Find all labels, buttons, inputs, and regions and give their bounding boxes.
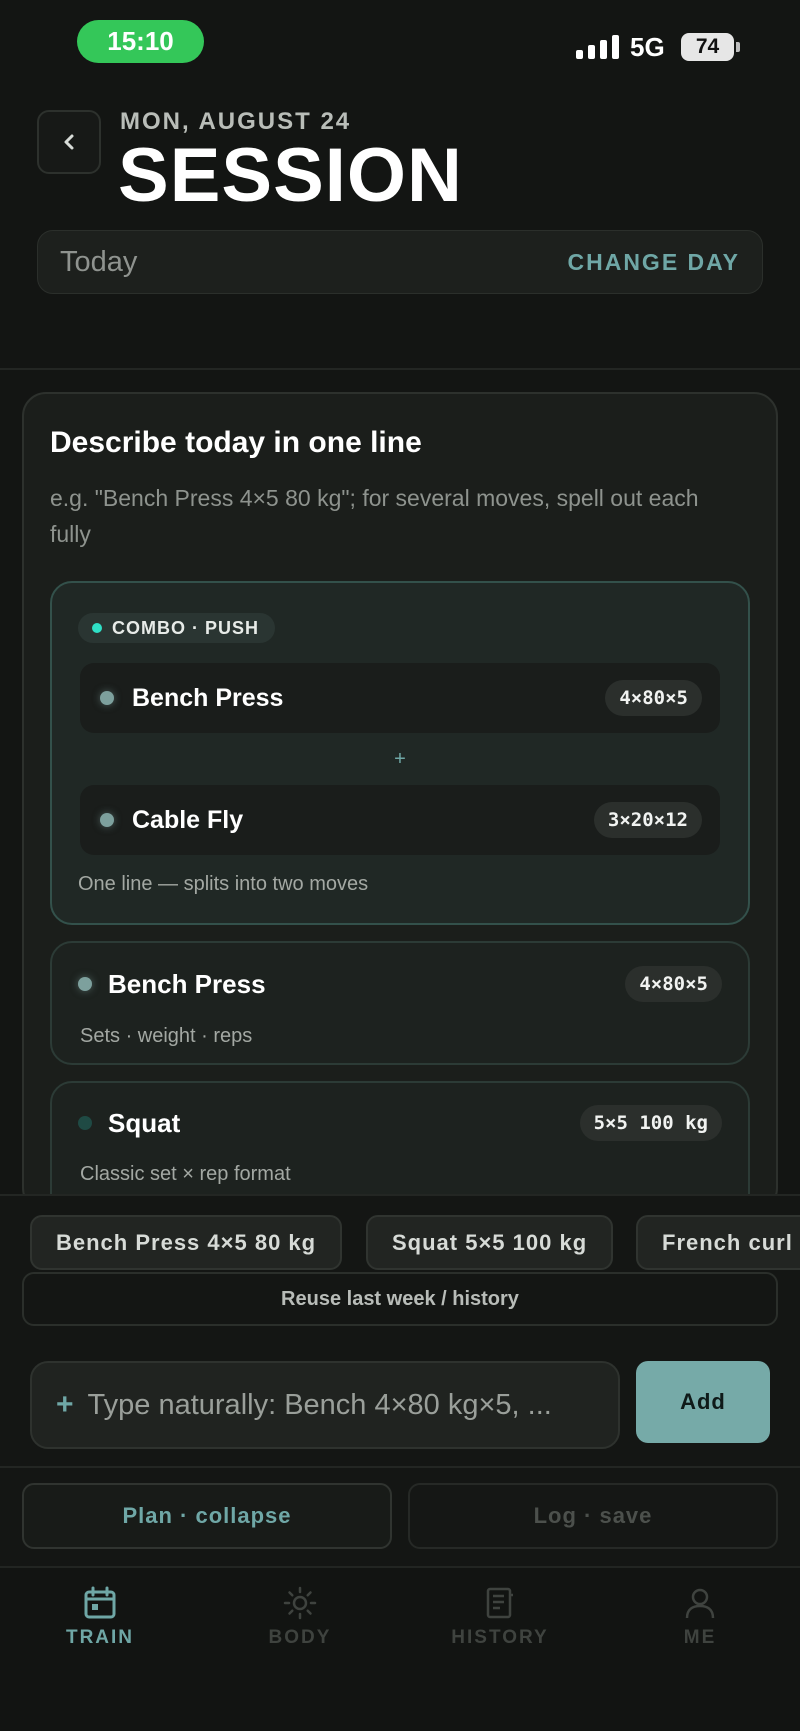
move-dot-icon: [100, 813, 114, 827]
book-icon: [486, 1587, 513, 1619]
tab-train[interactable]: TRAIN: [0, 1585, 200, 1649]
combo-tag-label: COMBO · PUSH: [112, 617, 259, 638]
page-title: SESSION: [118, 133, 463, 218]
move-scheme: 3×20×12: [593, 802, 702, 838]
example-name: Squat: [108, 1107, 181, 1138]
day-value: Today: [60, 245, 138, 278]
example-desc: Sets · weight · reps: [80, 1025, 253, 1047]
back-button[interactable]: [37, 110, 101, 174]
card-title: Describe today in one line: [50, 426, 422, 459]
combo-tag: COMBO · PUSH: [78, 613, 275, 643]
combo-separator: +: [394, 748, 406, 770]
suggestion-chip[interactable]: French curl: [636, 1215, 800, 1270]
add-button[interactable]: Add: [636, 1361, 770, 1443]
tab-label: HISTORY: [451, 1627, 549, 1648]
calendar-icon: [84, 1586, 116, 1619]
example-card-bench[interactable]: Bench Press 4×80×5 Sets · weight · reps: [50, 941, 750, 1065]
network-label: 5G: [630, 32, 665, 62]
move-scheme: 4×80×5: [605, 680, 702, 716]
example-dot-icon: [78, 1116, 92, 1130]
plus-icon: +: [56, 1388, 74, 1421]
signal-icon: [576, 33, 619, 59]
combo-move-row: Bench Press 4×80×5: [80, 663, 720, 733]
suggestion-chip[interactable]: Squat 5×5 100 kg: [366, 1215, 614, 1270]
example-name: Bench Press: [108, 968, 266, 999]
example-desc: Classic set × rep format: [80, 1163, 291, 1185]
combo-move-row: Cable Fly 3×20×12: [80, 785, 720, 855]
exercise-input[interactable]: [87, 1388, 588, 1422]
plan-collapse-button[interactable]: Plan · collapse: [22, 1483, 392, 1549]
divider: [0, 368, 800, 370]
battery-icon: 74: [681, 33, 740, 61]
sun-icon: [283, 1586, 317, 1620]
combo-note: One line — splits into two moves: [78, 873, 369, 895]
example-dot-icon: [78, 977, 92, 991]
example-scheme: 5×5 100 kg: [579, 1105, 722, 1141]
tag-dot-icon: [92, 623, 102, 633]
card-subtitle: e.g. "Bench Press 4×5 80 kg"; for severa…: [50, 485, 699, 547]
tab-label: TRAIN: [65, 1627, 135, 1648]
tab-label: ME: [683, 1627, 717, 1648]
suggestion-chip[interactable]: Bench Press 4×5 80 kg: [30, 1215, 343, 1270]
move-name: Bench Press: [132, 683, 284, 712]
tab-me[interactable]: ME: [600, 1585, 800, 1649]
battery-level: 74: [695, 35, 720, 58]
tab-body[interactable]: BODY: [200, 1585, 400, 1649]
chevron-left-icon: [64, 134, 74, 150]
status-time: 15:10: [77, 20, 204, 63]
example-scheme: 4×80×5: [625, 966, 722, 1002]
tab-label: BODY: [268, 1627, 332, 1648]
move-dot-icon: [100, 691, 114, 705]
move-name: Cable Fly: [132, 805, 244, 834]
reuse-history-button[interactable]: Reuse last week / history: [22, 1272, 778, 1326]
log-save-button[interactable]: Log · save: [408, 1483, 778, 1549]
tab-history[interactable]: HISTORY: [400, 1585, 600, 1649]
day-selector[interactable]: Today CHANGE DAY: [37, 230, 763, 294]
entry-input-box[interactable]: +: [30, 1361, 620, 1449]
change-day-button[interactable]: CHANGE DAY: [567, 249, 740, 276]
person-icon: [685, 1588, 715, 1619]
